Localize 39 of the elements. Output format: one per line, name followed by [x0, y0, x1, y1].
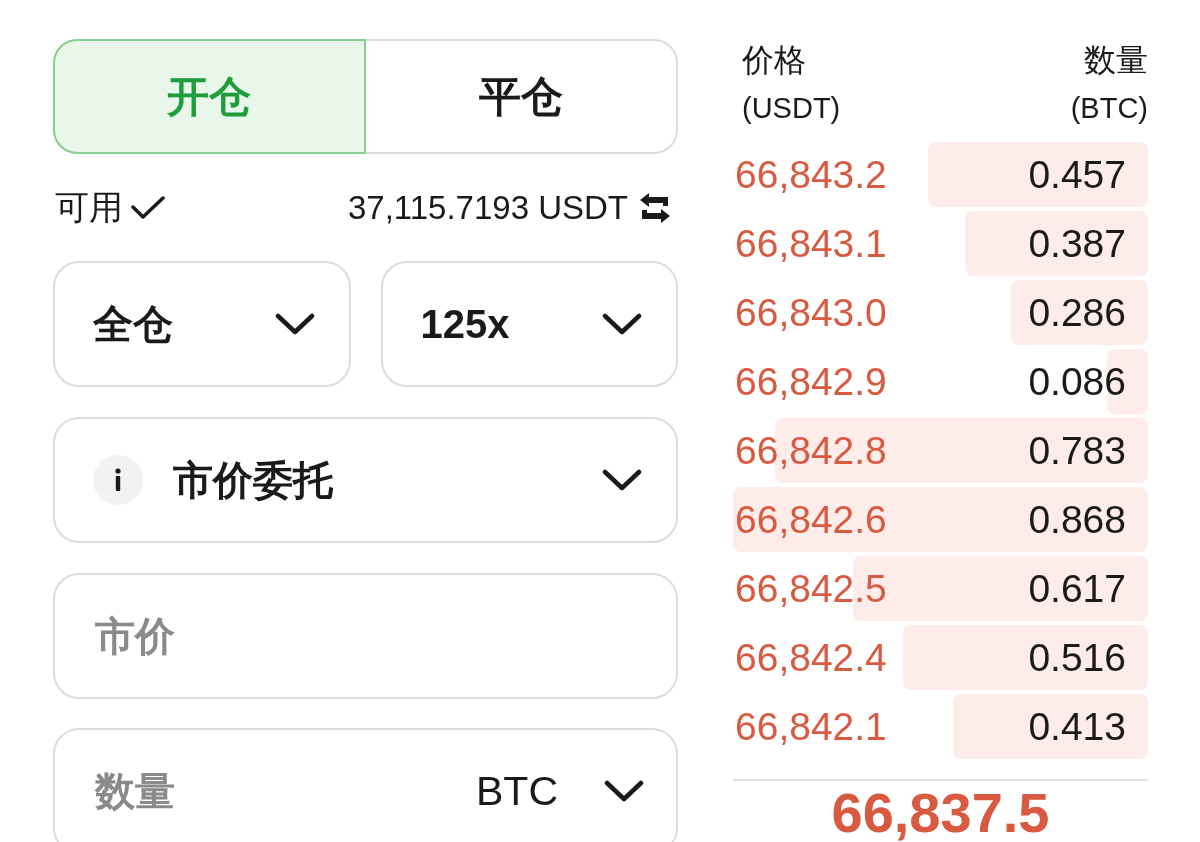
- chevron-down-icon: [602, 313, 642, 335]
- ask-amount: 0.286: [1028, 290, 1127, 335]
- column-unit: (USDT): [742, 91, 841, 126]
- ask-price: 66,842.8: [734, 428, 887, 473]
- ask-price: 66,842.4: [734, 635, 887, 680]
- ask-amount: 0.413: [1028, 704, 1127, 749]
- available-balance: 37,115.7193 USDT: [347, 188, 628, 227]
- chevron-down-icon: [602, 469, 642, 491]
- ask-price: 66,843.0: [734, 290, 887, 335]
- check-icon[interactable]: [131, 195, 165, 220]
- ask-amount: 0.457: [1028, 152, 1127, 197]
- order-type-select[interactable]: 市价委托: [53, 417, 678, 543]
- column-unit: (BTC): [1070, 91, 1148, 126]
- position-tab[interactable]: 平仓: [363, 39, 678, 154]
- unit-selector[interactable]: BTC: [476, 767, 644, 815]
- ask-price: 66,842.5: [734, 566, 887, 611]
- swap-button[interactable]: [638, 191, 672, 224]
- chevron-down-icon: [274, 313, 315, 335]
- ask-amount: 0.516: [1028, 635, 1127, 680]
- ask-amount: 0.387: [1028, 221, 1127, 266]
- ask-amount: 0.617: [1028, 566, 1127, 611]
- ask-price: 66,842.1: [734, 704, 887, 749]
- info-icon: [93, 455, 143, 505]
- ask-amount: 0.868: [1028, 497, 1127, 542]
- ask-price: 66,843.1: [734, 221, 887, 266]
- margin-mode-select[interactable]: 全仓: [53, 261, 351, 387]
- ask-price: 66,843.2: [734, 152, 887, 197]
- ask-amount: 0.086: [1028, 359, 1127, 404]
- column-header: 数量: [1084, 41, 1148, 80]
- price-field[interactable]: 市价: [53, 573, 678, 699]
- leverage-select[interactable]: 125x: [380, 261, 678, 387]
- ask-price: 66,842.6: [734, 497, 887, 542]
- chevron-down-icon: [604, 780, 644, 802]
- swap-arrows-icon: [638, 191, 672, 224]
- ask-price: 66,842.9: [734, 359, 887, 404]
- ask-amount: 0.783: [1028, 428, 1127, 473]
- column-header: 价格: [742, 41, 806, 80]
- last-price: 66,837.5: [831, 785, 1050, 841]
- available-label: 可用: [55, 186, 123, 228]
